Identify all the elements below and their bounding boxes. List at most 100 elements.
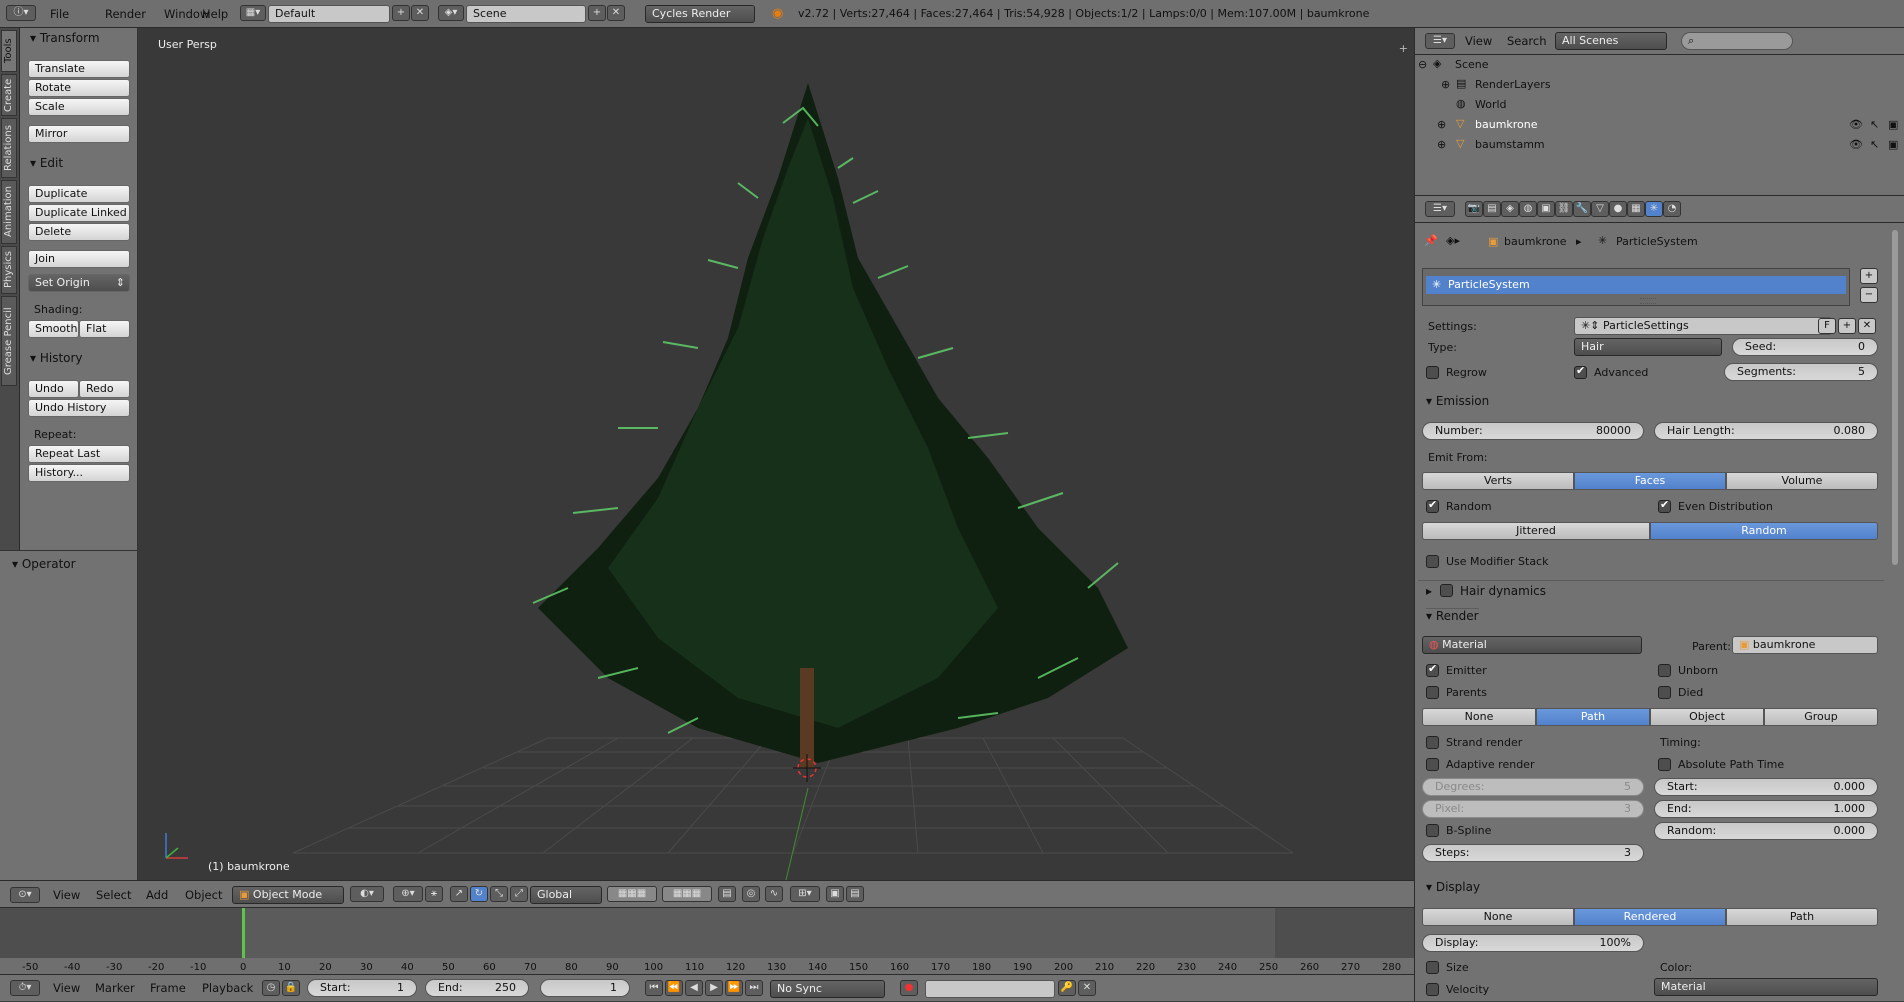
expand-baumkrone-icon[interactable]: ⊕ (1437, 118, 1446, 131)
render-as-select[interactable]: ◍ Material (1422, 636, 1642, 654)
undo-button[interactable]: Undo (28, 380, 79, 398)
extra-manip-icon[interactable]: ⤢ (510, 886, 528, 902)
layers-grid-a-icon[interactable]: ▦▦▦ (607, 886, 657, 902)
rotate-button[interactable]: Rotate (28, 79, 130, 97)
history-header[interactable]: ▾ History (30, 351, 83, 365)
layers-grid-b-icon[interactable]: ▦▦▦ (662, 886, 712, 902)
render-path-button[interactable]: Path (1536, 708, 1650, 726)
path-end-field[interactable]: End: 1.000 (1654, 800, 1878, 818)
strand-render-checkbox[interactable] (1426, 736, 1439, 749)
plus-icon[interactable]: + (1399, 42, 1408, 55)
jump-key-forward-icon[interactable]: ⏩ (725, 980, 743, 996)
record-icon[interactable]: ● (900, 980, 918, 996)
eye-icon[interactable]: 👁 (1849, 118, 1863, 131)
set-origin-select[interactable]: Set Origin ⇕ (28, 274, 130, 292)
steps-field[interactable]: Steps: 3 (1422, 844, 1644, 862)
menu-help[interactable]: Help (196, 0, 234, 28)
physics-tab-icon[interactable]: ◔ (1663, 201, 1681, 217)
current-frame-field[interactable]: 1 (540, 979, 630, 997)
particles-tab-icon[interactable]: ✳ (1645, 201, 1663, 217)
pivot-icon[interactable]: ⊕▾ (393, 886, 423, 902)
breadcrumb-particlesystem[interactable]: ParticleSystem (1616, 235, 1698, 248)
outliner-search-field[interactable]: ⌕ (1681, 32, 1793, 50)
unlink-settings-icon[interactable]: ✕ (1858, 318, 1876, 334)
viewport-3d[interactable]: User Persp (1) baumkrone + (138, 28, 1414, 880)
particle-system-list-item[interactable]: ✳ ParticleSystem (1426, 276, 1846, 294)
parents-checkbox[interactable] (1426, 686, 1439, 699)
join-button[interactable]: Join (28, 250, 130, 268)
outliner-item-renderlayers[interactable]: RenderLayers (1475, 78, 1551, 91)
vp-menu-select[interactable]: Select (90, 881, 137, 909)
render-anim-icon[interactable]: ▤ (846, 886, 864, 902)
vp-menu-object[interactable]: Object (179, 881, 228, 909)
remove-scene-icon[interactable]: ✕ (607, 5, 625, 21)
expand-baumstamm-icon[interactable]: ⊕ (1437, 138, 1446, 151)
translate-manip-icon[interactable]: ↗ (450, 886, 468, 902)
pin-icon[interactable]: 📌 (1424, 234, 1438, 247)
scale-button[interactable]: Scale (28, 98, 130, 116)
emitter-checkbox[interactable] (1426, 662, 1439, 677)
vp-menu-view[interactable]: View (47, 881, 86, 909)
timeline-area[interactable] (0, 908, 1414, 974)
mode-select[interactable]: ▣ Object Mode (232, 886, 344, 904)
tab-create[interactable]: Create (1, 74, 17, 116)
degrees-field[interactable]: Degrees: 5 (1422, 778, 1644, 796)
outliner-item-baumstamm[interactable]: baumstamm (1475, 138, 1545, 151)
operator-header[interactable]: ▾ Operator (12, 557, 76, 571)
undo-history-button[interactable]: Undo History (28, 399, 130, 417)
hair-dynamics-label[interactable]: Hair dynamics (1460, 584, 1546, 598)
flat-button[interactable]: Flat (79, 320, 130, 338)
tab-tools[interactable]: Tools (1, 30, 17, 72)
menu-render[interactable]: Render (99, 0, 152, 28)
transform-header[interactable]: ▾ Transform (30, 31, 100, 45)
keying-set-field[interactable] (925, 980, 1055, 998)
render-tab-icon[interactable]: 📷 (1465, 201, 1483, 217)
redo-button[interactable]: Redo (79, 380, 130, 398)
path-start-field[interactable]: Start: 0.000 (1654, 778, 1878, 796)
manipulator-toggle-icon[interactable]: ⚹ (425, 886, 443, 902)
smooth-button[interactable]: Smooth (28, 320, 79, 338)
eye-icon[interactable]: 👁 (1849, 138, 1863, 151)
jump-end-icon[interactable]: ⏭ (745, 980, 763, 996)
menu-file[interactable]: File (44, 0, 75, 28)
number-field[interactable]: Number: 80000 (1422, 422, 1644, 440)
preview-range-icon[interactable]: ◷ (262, 980, 280, 996)
start-frame-field[interactable]: Start: 1 (307, 979, 417, 997)
remove-particle-system-icon[interactable]: − (1860, 287, 1878, 303)
breadcrumb-object[interactable]: baumkrone (1504, 235, 1567, 248)
edit-header[interactable]: ▾ Edit (30, 156, 63, 170)
hair-dynamics-checkbox[interactable] (1440, 584, 1453, 597)
render-group-button[interactable]: Group (1764, 708, 1878, 726)
snap-icon[interactable]: ∿ (765, 886, 783, 902)
scene-tab-icon[interactable]: ◈ (1501, 201, 1519, 217)
regrow-checkbox[interactable] (1426, 366, 1439, 379)
advanced-checkbox[interactable] (1574, 364, 1587, 379)
data-tab-icon[interactable]: ▽ (1591, 201, 1609, 217)
jittered-button[interactable]: Jittered (1422, 522, 1650, 540)
duplicate-button[interactable]: Duplicate (28, 185, 130, 203)
render-preview-icon[interactable]: ▣ (826, 886, 844, 902)
insert-keyframe-icon[interactable]: 🔑 (1058, 980, 1076, 996)
emit-volume-button[interactable]: Volume (1726, 472, 1878, 490)
render-none-button[interactable]: None (1422, 708, 1536, 726)
unborn-checkbox[interactable] (1658, 664, 1671, 677)
outliner-editor-icon[interactable]: ☰▾ (1425, 33, 1455, 49)
died-checkbox[interactable] (1658, 686, 1671, 699)
even-distribution-checkbox[interactable] (1658, 498, 1671, 513)
lock-layers-icon[interactable]: ▤ (718, 886, 736, 902)
display-path-button[interactable]: Path (1726, 908, 1878, 926)
delete-button[interactable]: Delete (28, 223, 130, 241)
render-panel-header[interactable]: ▾ Render (1426, 608, 1479, 623)
world-tab-icon[interactable]: ◍ (1519, 201, 1537, 217)
new-settings-icon[interactable]: + (1838, 318, 1856, 334)
seed-field[interactable]: Seed: 0 (1732, 338, 1878, 356)
layers-tab-icon[interactable]: ▤ (1483, 201, 1501, 217)
emit-random-checkbox[interactable] (1426, 498, 1439, 513)
scale-manip-icon[interactable]: ⤡ (490, 886, 508, 902)
tab-grease-pencil[interactable]: Grease Pencil (1, 296, 17, 386)
play-icon[interactable]: ▶ (705, 980, 723, 996)
shading-mode-icon[interactable]: ◐▾ (350, 886, 384, 902)
display-rendered-button[interactable]: Rendered (1574, 908, 1726, 926)
segments-field[interactable]: Segments: 5 (1724, 363, 1878, 381)
emission-panel-header[interactable]: ▾ Emission (1426, 394, 1489, 408)
